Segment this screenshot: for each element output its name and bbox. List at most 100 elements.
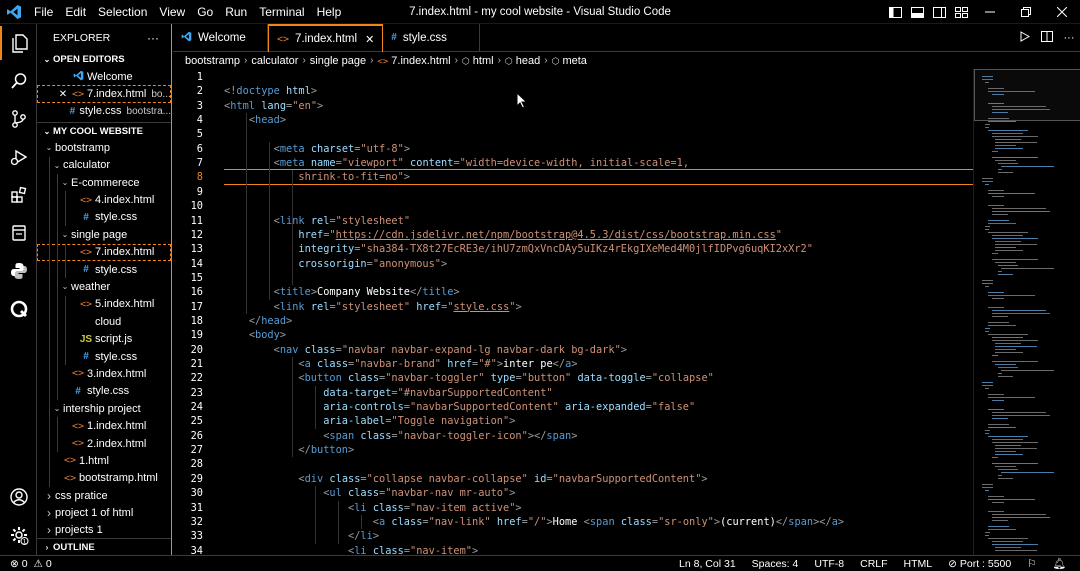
code-token: inter pe [503, 358, 553, 370]
breadcrumb-item[interactable]: bootstramp [185, 55, 240, 67]
tree-item[interactable]: # style.css [37, 347, 171, 366]
problems-indicator[interactable]: ⊗ 0 ⚠ 0 [10, 558, 60, 570]
tree-item[interactable]: JS script.js [37, 330, 171, 348]
cursor-position[interactable]: Ln 8, Col 31 [671, 558, 744, 570]
menu-item-edit[interactable]: Edit [59, 0, 92, 24]
outline-section[interactable]: › OUTLINE [37, 538, 171, 555]
tree-item-label: 5.index.html [95, 298, 155, 311]
feedback-icon[interactable]: ⚐ [1019, 558, 1044, 570]
live-server-status[interactable]: ⊘ Port : 5500 [940, 558, 1019, 570]
tree-item[interactable]: ⌄ bootstramp [37, 139, 171, 156]
open-editor-item[interactable]: ✕ <> 7.index.html bo... [37, 85, 171, 103]
minimize-button[interactable] [972, 0, 1008, 24]
minimap[interactable] [973, 69, 1080, 555]
breadcrumb-item[interactable]: calculator [251, 55, 298, 67]
minimap-line [985, 184, 990, 185]
extensions-icon[interactable] [0, 178, 37, 212]
tab-7-index-html[interactable]: <> 7.index.html ✕ [268, 24, 384, 52]
tree-item[interactable]: <> 1.index.html [37, 417, 171, 435]
more-actions-icon[interactable]: ··· [1058, 32, 1080, 44]
tree-item[interactable]: ⌄ calculator [37, 156, 171, 174]
menu-item-run[interactable]: Run [219, 0, 253, 24]
line-number: 33 [190, 530, 203, 543]
code-token: > [403, 142, 411, 155]
tree-item[interactable]: # style.css [37, 260, 171, 279]
menu-item-terminal[interactable]: Terminal [253, 0, 310, 24]
close-icon[interactable]: ✕ [57, 89, 69, 100]
run-debug-icon[interactable] [0, 140, 37, 174]
minimap-line [994, 343, 1021, 344]
close-icon[interactable]: ✕ [365, 33, 374, 46]
tab-welcome[interactable]: Welcome [173, 24, 268, 51]
tree-item[interactable]: ⌄ single page [37, 226, 171, 244]
tree-item[interactable]: <> 4.index.html [37, 191, 171, 209]
manage-gear-icon[interactable]: 1 [0, 518, 37, 552]
remote-explorer-icon[interactable] [0, 216, 37, 250]
customize-layout-icon[interactable] [950, 0, 972, 24]
tree-item[interactable]: <> 7.index.html [37, 243, 171, 261]
toggle-secondary-sidebar-icon[interactable] [928, 0, 950, 24]
quokka-icon[interactable] [0, 292, 37, 326]
indent-guide [49, 417, 50, 435]
indentation[interactable]: Spaces: 4 [744, 558, 807, 570]
tree-item[interactable]: <> 1.html [37, 452, 171, 470]
encoding[interactable]: UTF-8 [806, 558, 852, 570]
tree-item[interactable]: ⌄ intership project [37, 400, 171, 418]
file-path: bootstra... [126, 105, 171, 117]
tree-item[interactable]: <> 5.index.html [37, 295, 171, 314]
line-number: 1 [196, 71, 203, 83]
open-editor-item[interactable]: # style.css bootstra... [37, 103, 171, 120]
tree-item[interactable]: <> 3.index.html [37, 365, 171, 383]
menu-item-go[interactable]: Go [191, 0, 219, 24]
language-mode[interactable]: HTML [896, 558, 941, 570]
tree-item[interactable]: › css pratice [37, 487, 171, 504]
accounts-icon[interactable] [0, 480, 37, 514]
breadcrumb-item[interactable]: <> 7.index.html [377, 55, 450, 67]
breadcrumb-item[interactable]: ⬡ head [505, 55, 540, 67]
tab-label: 7.index.html [295, 33, 358, 45]
tab-style-css[interactable]: # style.css [383, 24, 481, 51]
code-token: > [372, 530, 380, 543]
explorer-icon[interactable] [0, 26, 37, 60]
workspace-section[interactable]: ⌄ MY COOL WEBSITE [37, 122, 171, 139]
tree-item[interactable]: ⌄ weather [37, 278, 171, 296]
restore-button[interactable] [1008, 0, 1044, 24]
minimap-line [988, 511, 1004, 512]
more-actions-icon[interactable]: ··· [147, 31, 159, 45]
notifications-bell-icon[interactable]: 🔔︎ [1045, 557, 1074, 570]
tree-item[interactable]: # style.css [37, 208, 171, 227]
toggle-sidebar-icon[interactable] [884, 0, 906, 24]
code-token: </ [775, 515, 789, 528]
search-icon[interactable] [0, 64, 37, 98]
breadcrumb-item[interactable]: ⬡ html [462, 55, 494, 67]
breadcrumb-item[interactable]: single page [310, 55, 366, 67]
minimap-line [991, 313, 1050, 314]
tree-item[interactable]: › projects 1 [37, 522, 171, 539]
open-editor-item[interactable]: Welcome [37, 68, 171, 85]
tree-item[interactable]: ⌄ E-commerece [37, 173, 171, 192]
python-icon[interactable] [0, 254, 37, 288]
split-editor-icon[interactable] [1036, 30, 1058, 45]
code-token: > [701, 472, 708, 485]
menu-item-selection[interactable]: Selection [92, 0, 153, 24]
source-control-icon[interactable] [0, 102, 37, 136]
code-token: > [403, 171, 410, 184]
indent-guide [57, 208, 58, 227]
open-editors-section[interactable]: ⌄ OPEN EDITORS [37, 51, 171, 68]
tree-item[interactable]: <> bootstramp.html [37, 469, 171, 487]
run-icon[interactable] [1014, 30, 1036, 45]
tree-item[interactable]: cloud [37, 313, 171, 331]
close-window-button[interactable] [1044, 0, 1080, 24]
tree-item[interactable]: <> 2.index.html [37, 434, 171, 453]
tree-item[interactable]: › project 1 of html [37, 504, 171, 521]
code-token: > [317, 99, 324, 112]
minimap-line [982, 385, 994, 386]
toggle-panel-icon[interactable] [906, 0, 928, 24]
code-editor[interactable]: 1 2 <!doctype html> 3 <html lang="en"> 4 <hea… [173, 69, 973, 555]
menu-item-help[interactable]: Help [311, 0, 348, 24]
tree-item[interactable]: # style.css [37, 382, 171, 401]
breadcrumb-item[interactable]: ⬡ meta [552, 55, 587, 67]
line-ending[interactable]: CRLF [852, 558, 895, 570]
menu-item-view[interactable]: View [153, 0, 191, 24]
menu-item-file[interactable]: File [28, 0, 59, 24]
